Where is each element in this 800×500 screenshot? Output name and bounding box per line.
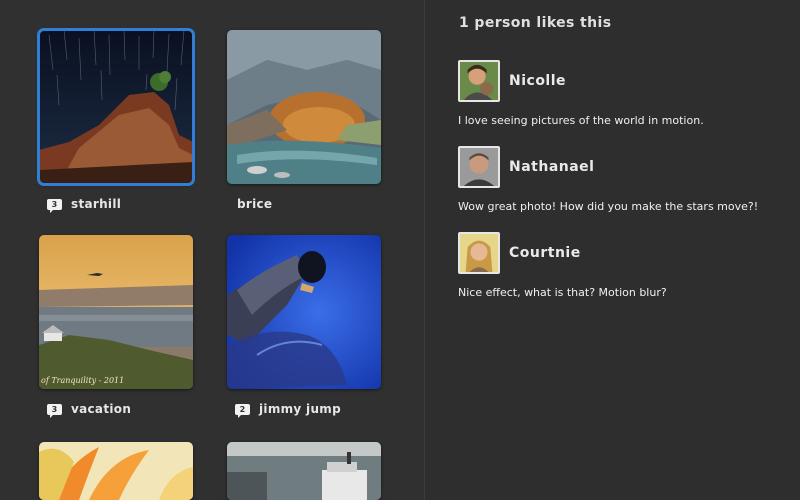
photo-thumbnail[interactable] — [227, 30, 381, 184]
commenter-name[interactable]: Nathanael — [509, 159, 594, 175]
photo-thumbnail[interactable] — [39, 442, 193, 500]
photo-name: starhill — [71, 197, 122, 211]
photo-thumbnail[interactable] — [227, 442, 381, 500]
photo-name: jimmy jump — [259, 402, 341, 416]
comment-count-badge: 3 — [47, 403, 62, 418]
comment-text: Wow great photo! How did you make the st… — [458, 200, 759, 213]
photo-thumbnail[interactable] — [227, 235, 381, 389]
comment-item: Nathanael Wow great photo! How did you m… — [458, 146, 788, 213]
photo-tile-boat[interactable] — [227, 442, 381, 500]
comment-item: Nicolle I love seeing pictures of the wo… — [458, 60, 788, 127]
comment-text: I love seeing pictures of the world in m… — [458, 114, 704, 127]
photo-tile-jimmy-jump[interactable]: 2 jimmy jump — [227, 235, 381, 418]
photo-grid: 3 starhill brice of Tranquility - 2011 3… — [0, 0, 424, 500]
photo-thumbnail[interactable]: of Tranquility - 2011 — [39, 235, 193, 389]
comments-panel: 1 person likes this Nicolle I love seein… — [425, 0, 800, 500]
photo-name: brice — [237, 197, 273, 211]
photo-tile-starhill[interactable]: 3 starhill — [37, 28, 195, 213]
comment-text: Nice effect, what is that? Motion blur? — [458, 286, 667, 299]
photo-tile-vacation[interactable]: of Tranquility - 2011 3 vacation — [39, 235, 193, 418]
photo-tile-flower[interactable] — [39, 442, 193, 500]
comment-item: Courtnie Nice effect, what is that? Moti… — [458, 232, 788, 299]
commenter-name[interactable]: Courtnie — [509, 245, 581, 261]
photo-thumbnail[interactable] — [37, 28, 195, 186]
comment-count-badge: 2 — [235, 403, 250, 418]
avatar[interactable] — [458, 60, 500, 102]
photo-watermark: of Tranquility - 2011 — [41, 376, 125, 385]
comment-count-badge: 3 — [47, 198, 62, 213]
photo-tile-brice[interactable]: brice — [227, 30, 381, 212]
avatar[interactable] — [458, 146, 500, 188]
photo-name: vacation — [71, 402, 132, 416]
likes-count: 1 person likes this — [459, 15, 612, 31]
commenter-name[interactable]: Nicolle — [509, 73, 566, 89]
avatar[interactable] — [458, 232, 500, 274]
